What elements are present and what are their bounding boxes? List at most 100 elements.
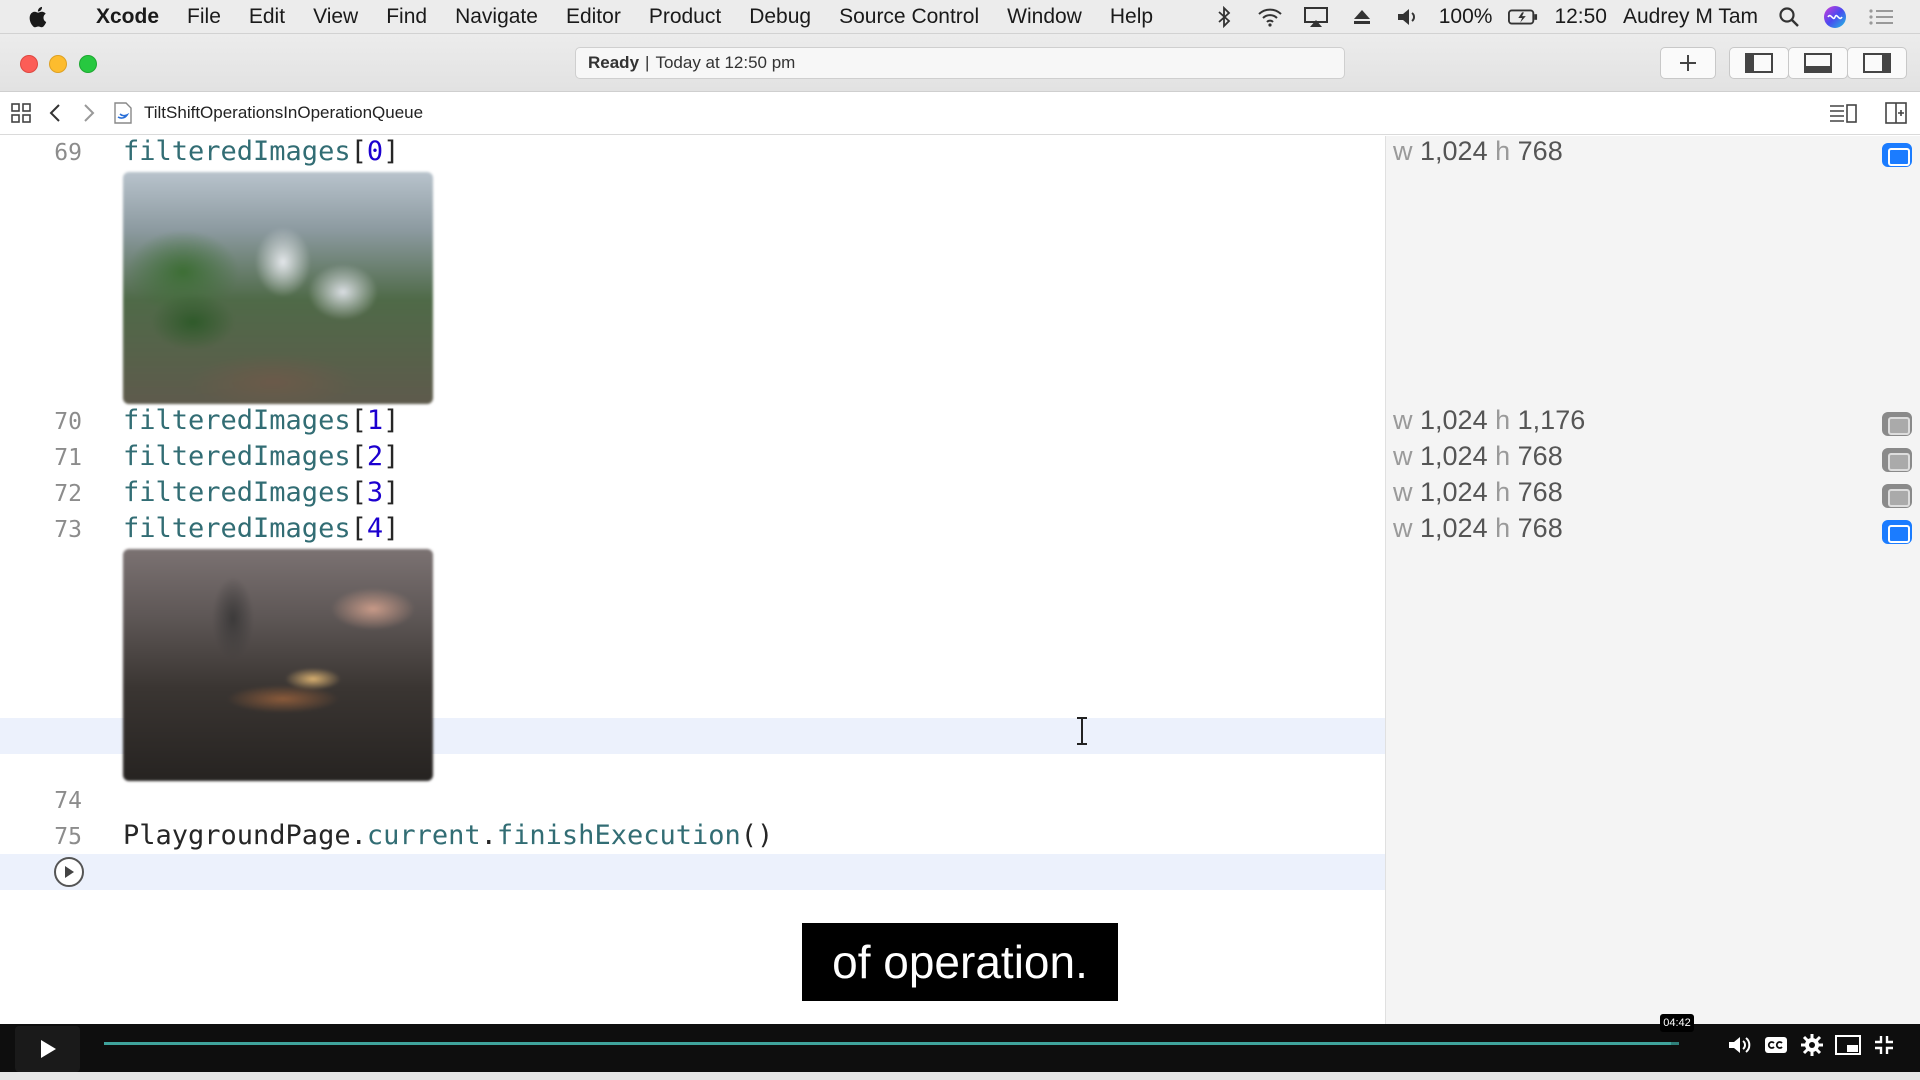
status-timestamp: Today at 12:50 pm [655, 53, 796, 72]
line-number-72: 72 [54, 481, 82, 507]
close-window-button[interactable] [20, 55, 38, 73]
inspector-panel-icon [1863, 53, 1891, 73]
bracket-close: ] [383, 513, 400, 544]
window-toolbar: Ready | Today at 12:50 pm [0, 34, 1920, 92]
picture-in-picture-icon[interactable] [1834, 1032, 1862, 1058]
code-line-70[interactable]: filteredImages[1] [123, 405, 399, 436]
line-number-74: 74 [54, 788, 82, 814]
code-line-72[interactable]: filteredImages[3] [123, 477, 399, 508]
quick-look-toggle-73[interactable] [1882, 520, 1912, 544]
clock[interactable]: 12:50 [1554, 5, 1607, 29]
spotlight-search-icon[interactable] [1774, 5, 1804, 29]
width-value: 1,024 [1420, 513, 1488, 543]
notification-center-icon[interactable] [1866, 5, 1896, 29]
height-label: h [1495, 136, 1511, 166]
library-button[interactable] [1660, 47, 1716, 79]
bluetooth-icon[interactable] [1209, 5, 1239, 29]
run-line-highlight [0, 854, 1385, 890]
menu-navigate[interactable]: Navigate [441, 5, 552, 29]
height-value: 768 [1517, 513, 1563, 543]
chevron-left-icon[interactable] [38, 103, 72, 123]
play-icon [40, 1040, 56, 1058]
menubar-status-area: 100% 12:50 Audrey M Tam [1209, 5, 1920, 29]
status-ready: Ready [588, 53, 640, 72]
quick-look-toggle-71[interactable] [1882, 448, 1912, 472]
width-label: w [1393, 405, 1413, 435]
run-playground-button[interactable] [54, 857, 84, 887]
volume-icon[interactable] [1726, 1032, 1754, 1058]
toggle-navigator-button[interactable] [1729, 47, 1789, 79]
index-literal: 2 [366, 441, 384, 472]
quick-look-toggle-69[interactable] [1882, 143, 1912, 167]
airplay-icon[interactable] [1301, 5, 1331, 29]
inline-result-image-night-city [123, 549, 433, 781]
code-line-73[interactable]: filteredImages[4] [123, 513, 399, 544]
height-label: h [1495, 441, 1511, 471]
menu-help[interactable]: Help [1096, 5, 1167, 29]
bracket-open: [ [350, 405, 367, 436]
menu-debug[interactable]: Debug [735, 5, 825, 29]
menu-view[interactable]: View [299, 5, 372, 29]
bracket-close: ] [383, 405, 400, 436]
apple-menu-icon[interactable] [28, 5, 68, 29]
settings-gear-icon[interactable] [1798, 1032, 1826, 1058]
user-name[interactable]: Audrey M Tam [1623, 5, 1758, 29]
width-label: w [1393, 513, 1413, 543]
width-label: w [1393, 477, 1413, 507]
menu-product[interactable]: Product [635, 5, 735, 29]
chevron-right-icon[interactable] [72, 103, 106, 123]
status-separator: | [645, 53, 650, 72]
menu-app-name[interactable]: Xcode [82, 5, 173, 29]
line-number-69: 69 [54, 140, 82, 166]
bracket-open: [ [350, 136, 367, 167]
related-items-grid-icon[interactable] [4, 102, 38, 124]
wifi-icon[interactable] [1255, 5, 1285, 29]
code-line-75[interactable]: PlaygroundPage.current.finishExecution() [123, 820, 773, 851]
code-line-71[interactable]: filteredImages[2] [123, 441, 399, 472]
result-row-69: w 1,024 h 768 [1393, 136, 1563, 167]
battery-percent: 100% [1438, 4, 1493, 28]
identifier: filteredImages [123, 513, 351, 544]
siri-icon[interactable] [1820, 5, 1850, 29]
breadcrumb-file-name[interactable]: TiltShiftOperationsInOperationQueue [144, 103, 423, 123]
menu-source-control[interactable]: Source Control [825, 5, 993, 29]
battery-icon[interactable] [1508, 5, 1538, 29]
dot: . [350, 820, 367, 851]
toggle-inspector-button[interactable] [1847, 47, 1907, 79]
parens: () [740, 820, 774, 851]
height-value: 768 [1517, 441, 1563, 471]
quick-look-toggle-72[interactable] [1882, 484, 1912, 508]
minimize-window-button[interactable] [49, 55, 67, 73]
zoom-window-button[interactable] [79, 55, 97, 73]
height-label: h [1495, 513, 1511, 543]
bracket-open: [ [350, 513, 367, 544]
eject-icon[interactable] [1347, 5, 1377, 29]
identifier: filteredImages [123, 441, 351, 472]
width-value: 1,024 [1420, 441, 1488, 471]
height-value: 768 [1517, 136, 1563, 166]
editor-options-icon[interactable] [1826, 102, 1860, 124]
type-name: PlaygroundPage [123, 820, 351, 851]
video-time-tooltip: 04:42 [1660, 1014, 1694, 1032]
closed-captions-icon[interactable] [1762, 1032, 1790, 1058]
menu-window[interactable]: Window [993, 5, 1096, 29]
menu-editor[interactable]: Editor [552, 5, 635, 29]
identifier: filteredImages [123, 405, 351, 436]
identifier: filteredImages [123, 136, 351, 167]
index-literal: 4 [366, 513, 384, 544]
menu-find[interactable]: Find [372, 5, 441, 29]
identifier: filteredImages [123, 477, 351, 508]
index-literal: 0 [366, 136, 384, 167]
code-line-69[interactable]: filteredImages[0] [123, 136, 399, 167]
volume-icon[interactable] [1393, 5, 1423, 29]
video-play-button[interactable] [15, 1026, 80, 1072]
height-value: 768 [1517, 477, 1563, 507]
add-editor-icon[interactable] [1879, 102, 1913, 124]
bracket-close: ] [383, 477, 400, 508]
exit-fullscreen-icon[interactable] [1870, 1032, 1898, 1058]
bracket-close: ] [383, 441, 400, 472]
menu-file[interactable]: File [173, 5, 235, 29]
toggle-debug-area-button[interactable] [1788, 47, 1848, 79]
quick-look-toggle-70[interactable] [1882, 412, 1912, 436]
menu-edit[interactable]: Edit [235, 5, 299, 29]
